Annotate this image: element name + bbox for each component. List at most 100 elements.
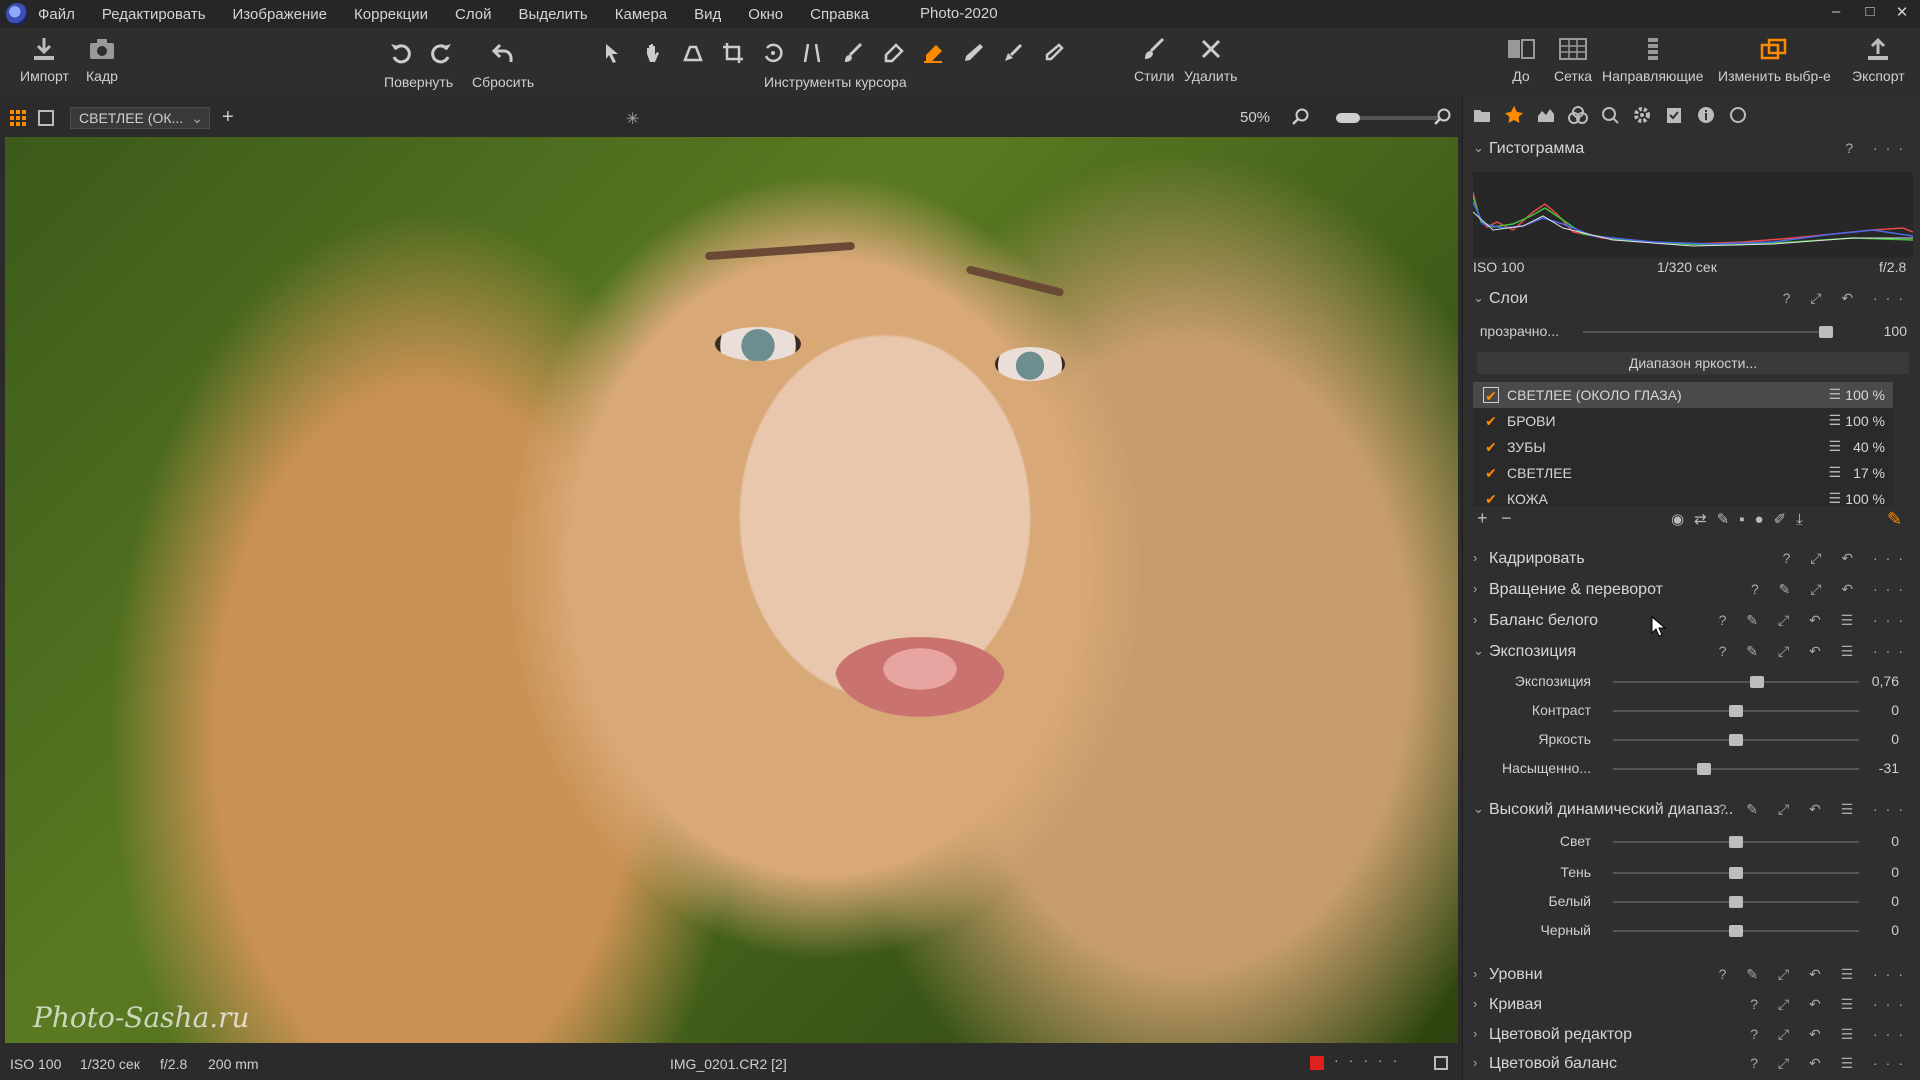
delete-button[interactable]: Удалить <box>1184 34 1237 84</box>
rotation-header[interactable]: › Вращение & переворот ? ✎ ⤢ ↶ ··· <box>1463 577 1920 605</box>
mask-eraser-icon[interactable]: ✎ <box>1887 509 1902 530</box>
rotate-label[interactable]: Повернуть <box>384 74 453 90</box>
info-icon[interactable] <box>1695 104 1717 126</box>
mask-brush-icon[interactable] <box>918 38 948 68</box>
crop-controls[interactable]: ? ⤢ ↶ ··· <box>1783 550 1911 567</box>
adjust-icon[interactable]: ☰ <box>1828 490 1841 506</box>
adjust-icon[interactable]: ☰ <box>1828 386 1841 403</box>
hdr-header[interactable]: ⌄ Высокий динамический диапаз... ? ✎ ⤢ ↶… <box>1463 797 1920 825</box>
menu-view[interactable]: Вид <box>694 6 721 23</box>
heal-icon[interactable] <box>1038 38 1068 68</box>
maximize-button[interactable]: □ <box>1856 3 1884 25</box>
layer-row[interactable]: ✔ КОЖА ☰ 100 % <box>1473 486 1893 506</box>
frame-button[interactable]: Кадр <box>86 34 118 84</box>
eraser-icon[interactable] <box>878 38 908 68</box>
perspective-icon[interactable] <box>798 38 828 68</box>
check-icon[interactable]: ✔ <box>1483 439 1499 455</box>
check-icon[interactable]: ✔ <box>1483 413 1499 429</box>
zoom-slider-knob[interactable] <box>1336 113 1360 123</box>
layer-row[interactable]: ✔ СВЕТЛЕЕ (ОКОЛО ГЛАЗА) ☰ 100 % <box>1473 382 1893 408</box>
crop-icon[interactable] <box>718 38 748 68</box>
color-editor-controls[interactable]: ? ⤢ ↶ ☰ ··· <box>1750 1026 1911 1043</box>
whites-slider[interactable] <box>1613 896 1859 908</box>
saturation-slider[interactable] <box>1613 763 1859 775</box>
menu-image[interactable]: Изображение <box>233 6 328 23</box>
exposure-controls[interactable]: ? ✎ ⤢ ↶ ☰ ··· <box>1719 643 1911 660</box>
layer-dropdown[interactable]: СВЕТЛЕЕ (ОК... ⌄ <box>70 107 210 129</box>
layers-header[interactable]: ⌄ Слои ? ⤢ ↶ ··· <box>1463 286 1920 314</box>
adjust-icon[interactable]: ☰ <box>1828 464 1841 481</box>
white-balance-controls[interactable]: ? ✎ ⤢ ↶ ☰ ··· <box>1719 612 1911 629</box>
layer-row[interactable]: ✔ СВЕТЛЕЕ ☰ 17 % <box>1473 460 1893 486</box>
blacks-slider[interactable] <box>1613 925 1859 937</box>
menu-edit[interactable]: Редактировать <box>102 6 206 23</box>
exposure-header[interactable]: ⌄ Экспозиция ? ✎ ⤢ ↶ ☰ ··· <box>1463 639 1920 667</box>
change-selection-button[interactable]: Изменить выбр-е <box>1718 34 1831 84</box>
layer-row[interactable]: ✔ БРОВИ ☰ 100 % <box>1473 408 1893 434</box>
grid-button[interactable]: Сетка <box>1554 34 1592 84</box>
blacks-slider-knob[interactable] <box>1729 925 1743 937</box>
remove-layer-icon[interactable]: − <box>1501 508 1512 529</box>
color-editor-header[interactable]: › Цветовой редактор ? ⤢ ↶ ☰ ··· <box>1463 1022 1920 1050</box>
highlights-slider[interactable] <box>1613 836 1859 848</box>
adjust-icon[interactable]: ☰ <box>1828 412 1841 429</box>
import-button[interactable]: Импорт <box>20 34 69 84</box>
minimize-button[interactable]: – <box>1822 3 1850 25</box>
color-circles-icon[interactable] <box>1567 104 1589 126</box>
shadows-slider[interactable] <box>1613 867 1859 879</box>
opacity-slider-knob[interactable] <box>1819 326 1833 338</box>
select-arrow-icon[interactable] <box>598 38 628 68</box>
zoom-in-icon[interactable] <box>1434 108 1452 126</box>
adjust-icon[interactable]: ☰ <box>1828 438 1841 455</box>
whites-slider-knob[interactable] <box>1729 896 1743 908</box>
reset-label[interactable]: Сбросить <box>472 74 534 90</box>
layer-tool-icons[interactable]: ◉⇄✎▪●✐⤓ <box>1671 510 1813 528</box>
zoom-slider[interactable] <box>1336 113 1440 123</box>
close-window-button[interactable]: ✕ <box>1888 3 1916 25</box>
curve-controls[interactable]: ? ⤢ ↶ ☰ ··· <box>1750 996 1911 1013</box>
curve-header[interactable]: › Кривая ? ⤢ ↶ ☰ ··· <box>1463 992 1920 1020</box>
hdr-controls[interactable]: ? ✎ ⤢ ↶ ☰ ··· <box>1719 801 1911 818</box>
menu-corrections[interactable]: Коррекции <box>354 6 428 23</box>
shadows-slider-knob[interactable] <box>1729 867 1743 879</box>
guides-button[interactable]: Направляющие <box>1602 34 1704 84</box>
contrast-slider-knob[interactable] <box>1729 705 1743 717</box>
histogram-controls[interactable]: ? ··· <box>1845 140 1911 156</box>
levels-header[interactable]: › Уровни ? ✎ ⤢ ↶ ☰ ··· <box>1463 962 1920 990</box>
histogram-tab-icon[interactable] <box>1535 104 1557 126</box>
checklist-icon[interactable] <box>1663 104 1685 126</box>
grid-view-icon[interactable] <box>10 110 26 126</box>
brush-icon[interactable] <box>838 38 868 68</box>
menu-help[interactable]: Справка <box>810 6 869 23</box>
brightness-slider[interactable] <box>1613 734 1859 746</box>
export-button[interactable]: Экспорт <box>1852 34 1905 84</box>
levels-controls[interactable]: ? ✎ ⤢ ↶ ☰ ··· <box>1719 966 1911 983</box>
hand-icon[interactable] <box>638 38 668 68</box>
rotate-right-icon[interactable] <box>426 38 456 68</box>
color-balance-header[interactable]: › Цветовой баланс ? ⤢ ↶ ☰ ··· <box>1463 1051 1920 1079</box>
filmstrip-icon[interactable] <box>1434 1056 1448 1070</box>
contrast-slider[interactable] <box>1613 705 1859 717</box>
color-balance-controls[interactable]: ? ⤢ ↶ ☰ ··· <box>1750 1055 1911 1072</box>
histogram-header[interactable]: ⌄ Гистограмма ? ··· <box>1463 136 1920 164</box>
highlights-slider-knob[interactable] <box>1729 836 1743 848</box>
exposure-slider[interactable] <box>1613 676 1859 688</box>
clone-icon[interactable] <box>998 38 1028 68</box>
single-view-icon[interactable] <box>38 110 54 126</box>
zoom-out-icon[interactable] <box>1292 108 1310 126</box>
search-icon[interactable] <box>1599 104 1621 126</box>
rotate-left-icon[interactable] <box>386 38 416 68</box>
add-layer-icon[interactable]: + <box>1477 508 1488 529</box>
circle-icon[interactable] <box>1727 104 1749 126</box>
saturation-slider-knob[interactable] <box>1697 763 1711 775</box>
menu-camera[interactable]: Камера <box>615 6 667 23</box>
before-button[interactable]: До <box>1506 34 1536 84</box>
reset-icon[interactable] <box>488 38 518 68</box>
color-label-red[interactable] <box>1310 1056 1324 1070</box>
menu-select[interactable]: Выделить <box>519 6 588 23</box>
check-icon[interactable]: ✔ <box>1483 387 1499 404</box>
menu-file[interactable]: Файл <box>38 6 75 23</box>
layer-row[interactable]: ✔ ЗУБЫ ☰ 40 % <box>1473 434 1893 460</box>
check-icon[interactable]: ✔ <box>1483 491 1499 506</box>
white-balance-header[interactable]: › Баланс белого ? ✎ ⤢ ↶ ☰ ··· <box>1463 608 1920 636</box>
